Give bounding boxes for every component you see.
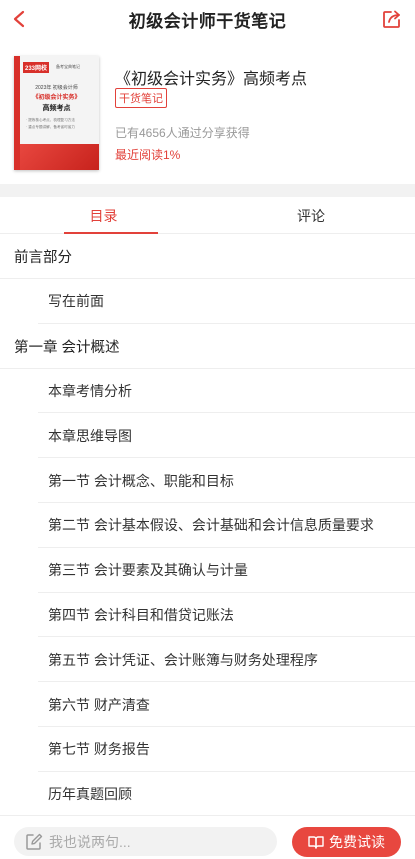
comment-input[interactable]: 我也说两句...	[14, 827, 277, 856]
readers-count-text: 已有4656人通过分享获得	[115, 126, 250, 140]
cover-line-3: 高频考点	[42, 105, 71, 112]
toc-section-item[interactable]: 第二节 会计基本假设、会计基础和会计信息质量要求	[0, 503, 415, 548]
tab-contents[interactable]: 目录	[0, 197, 207, 234]
toc-item-label: 历年真题回顾	[48, 786, 132, 803]
toc-item-label: 第一节 会计概念、职能和目标	[48, 472, 234, 489]
toc-section-item[interactable]: 第三节 会计要素及其确认与计量	[0, 548, 415, 593]
book-type-badge: 干货笔记	[115, 88, 167, 108]
edit-icon	[26, 833, 43, 850]
toc-item-label: 本章考情分析	[48, 382, 132, 399]
table-of-contents: 前言部分写在前面第一章 会计概述本章考情分析 本章思维导图第一节 会计概念、职能和…	[0, 234, 415, 815]
cover-top-tag: 备考宝典笔记	[56, 64, 80, 69]
back-button[interactable]	[6, 6, 32, 32]
back-chevron-icon	[13, 10, 25, 28]
book-info-card: 233网校 备考宝典笔记 2023年 初级会计师 《初级会计实务》 高频考点 ·…	[0, 38, 415, 184]
section-separator	[0, 184, 415, 197]
toc-chapter-item[interactable]: 第一章 会计概述	[0, 324, 415, 369]
page-title: 初级会计师干货笔记	[128, 11, 287, 31]
toc-item-label: 第四节 会计科目和借贷记账法	[48, 606, 234, 623]
toc-item-label: 第六节 财产清查	[48, 696, 150, 713]
toc-item-label: 第二节 会计基本假设、会计基础和会计信息质量要求	[48, 517, 374, 534]
open-book-icon	[308, 836, 324, 849]
toc-item-label: 第七节 财务报告	[48, 741, 150, 758]
toc-item-label: 第三节 会计要素及其确认与计量	[48, 562, 248, 579]
cover-bullet-2: · 重点专题讲解，备考省时省力	[26, 125, 75, 129]
toc-section-item[interactable]: 第一节 会计概念、职能和目标	[0, 458, 415, 503]
cover-line-2: 《初级会计实务》	[32, 95, 81, 101]
share-button[interactable]	[379, 6, 405, 32]
toc-item-label: 第五节 会计凭证、会计账簿与财务处理程序	[48, 651, 318, 668]
cover-bullet-1: · 提炼核心考点，梳理复习方法	[26, 118, 75, 122]
comment-placeholder: 我也说两句...	[49, 833, 131, 850]
bottom-action-bar: 我也说两句... 免费试读	[0, 815, 415, 859]
book-title: 《初级会计实务》高频考点	[115, 71, 308, 88]
tab-comments[interactable]: 评论	[207, 197, 415, 234]
reading-progress-text: 最近阅读1%	[115, 148, 181, 162]
toc-section-item[interactable]: 第五节 会计凭证、会计账簿与财务处理程序	[0, 637, 415, 683]
free-trial-label: 免费试读	[329, 834, 385, 850]
cover-logo: 233网校	[23, 62, 50, 73]
toc-section-item[interactable]: 第四节 会计科目和借贷记账法	[0, 592, 415, 638]
top-navigation-bar: 初级会计师干货笔记	[0, 0, 415, 38]
toc-item-label: 第一章 会计概述	[14, 339, 120, 356]
tab-bar: 目录 评论	[0, 197, 415, 234]
share-icon	[383, 10, 400, 28]
toc-item-label: 本章思维导图	[48, 427, 132, 444]
free-trial-button[interactable]: 免费试读	[292, 827, 401, 857]
book-cover[interactable]: 233网校 备考宝典笔记 2023年 初级会计师 《初级会计实务》 高频考点 ·…	[14, 56, 99, 170]
cover-bottom-band	[20, 144, 99, 170]
toc-section-item[interactable]: 第七节 财务报告	[0, 727, 415, 772]
toc-item-label: 写在前面	[48, 293, 104, 310]
toc-section-item[interactable]: 本章思维导图	[0, 413, 415, 459]
cover-line-1: 2023年 初级会计师	[35, 85, 78, 91]
toc-section-item[interactable]: 写在前面	[0, 279, 415, 324]
toc-chapter-item[interactable]: 前言部分	[0, 234, 415, 279]
toc-section-item[interactable]: 历年真题回顾	[0, 772, 415, 815]
toc-item-label: 前言部分	[14, 250, 72, 266]
toc-section-item[interactable]: 第六节 财产清查	[0, 682, 415, 727]
toc-section-item[interactable]: 本章考情分析	[0, 368, 415, 414]
